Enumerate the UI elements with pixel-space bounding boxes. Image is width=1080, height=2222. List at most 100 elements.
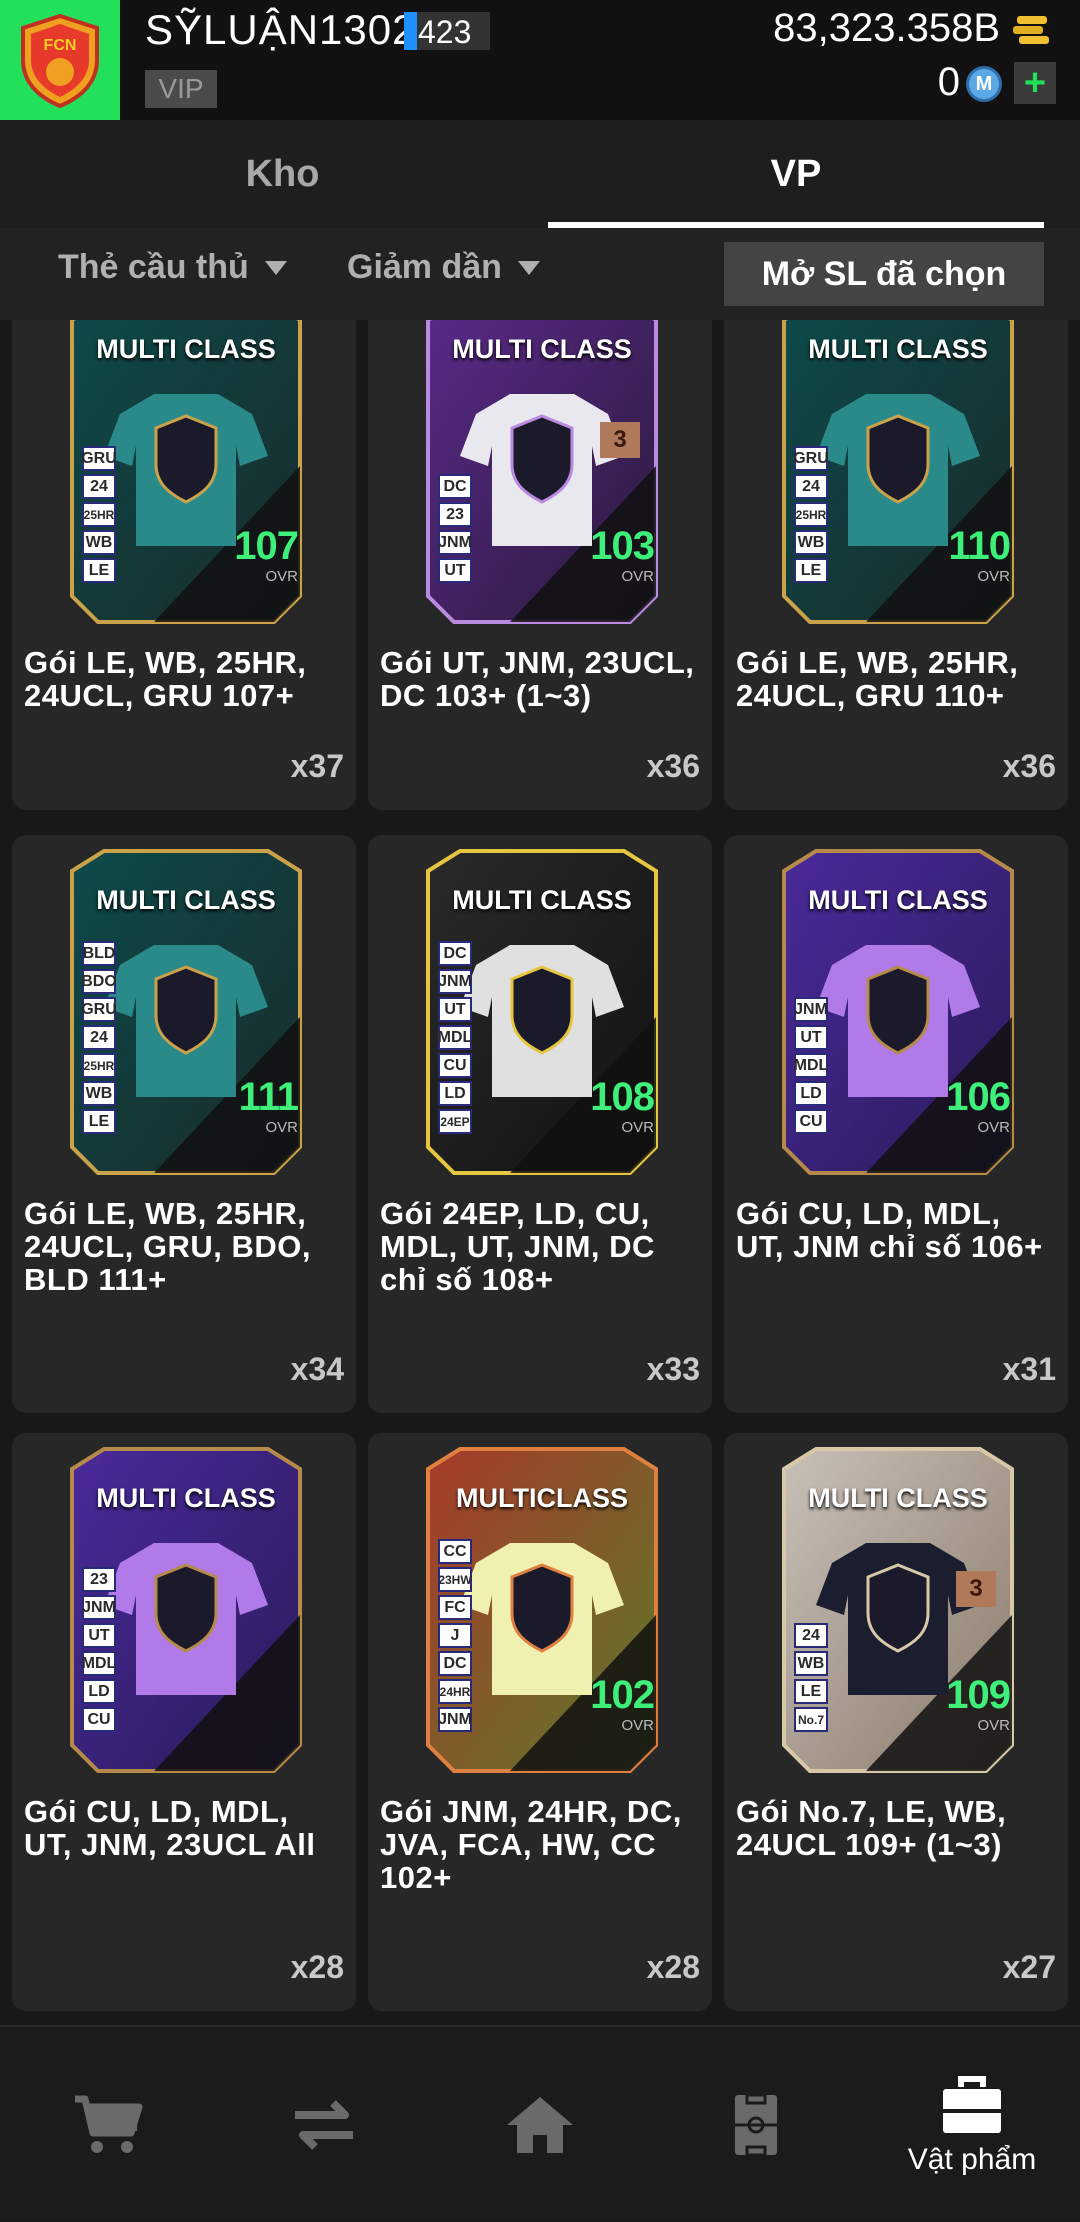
position-badge: 24 [82,474,116,499]
pack-tile[interactable]: MULTI CLASS DC JNM UT MDL CU LD 24EP 108 OVR Gói 2… [368,835,712,1413]
position-badge: FC [438,1595,472,1620]
card-class-label: MULTI CLASS [452,334,632,364]
tab-kho[interactable]: Kho [0,120,565,228]
nav-transfer[interactable] [216,2027,432,2222]
position-badge: CC [438,1539,472,1564]
nav-items[interactable]: Vật phẩm [864,2027,1080,2222]
pack-tile[interactable]: MULTICLASS CC 23HW FC J DC 24HR JNM 102 OVR Gói JN… [368,1433,712,2011]
pack-tile[interactable]: MULTI CLASS 23 JNM UT MDL LD CU Gói CU, LD, MDL… [12,1433,356,2011]
card-class-label: MULTI CLASS [96,1483,276,1513]
pack-name: Gói CU, LD, MDL, UT, JNM chỉ số 106+ [736,1196,1043,1264]
type-filter-dropdown[interactable]: Thẻ cầu thủ [58,248,287,287]
ovr-value: 111 [238,1075,299,1119]
pack-quantity: x36 [646,748,700,784]
pack-name: Gói UT, JNM, 23UCL, DC 103+ (1~3) [380,645,695,713]
position-badge: No.7 [794,1707,828,1732]
position-badge: WB [82,1081,116,1106]
bag-icon [943,2075,1001,2133]
position-badge: UT [82,1623,116,1648]
ovr-value: 110 [948,524,1011,568]
card-class-label: MULTI CLASS [452,885,632,915]
pack-tile[interactable]: MULTI CLASS JNM UT MDL LD CU 106 OVR Gói CU, LD,… [724,835,1068,1413]
position-badge: J [438,1623,472,1648]
add-currency-button[interactable]: + [1014,62,1056,104]
position-badge: LE [82,558,116,583]
position-badge: JNM [438,1707,472,1732]
open-selected-button[interactable]: Mở SL đã chọn [724,242,1044,306]
position-badge: LE [794,1679,828,1704]
ovr-value: 106 [946,1075,1011,1119]
position-badge: UT [438,997,472,1022]
pack-tile[interactable]: MULTI CLASS 3 DC 23 JNM UT 103 OVR Gói UT, JNM, … [368,320,712,810]
pack-name: Gói CU, LD, MDL, UT, JNM, 23UCL All [24,1794,316,1862]
nav-shop[interactable] [0,2027,216,2222]
card-class-label: MULTICLASS [456,1483,628,1513]
nav-items-label: Vật phẩm [907,2142,1037,2176]
rank-badge: 3 [956,1571,996,1607]
pack-quantity: x36 [1002,748,1056,784]
club-crest-icon: FCN [21,13,99,108]
pack-quantity: x37 [290,748,344,784]
position-badge: JNM [794,997,828,1022]
position-badge: 25HR [794,502,828,527]
position-badge: BLD [82,941,116,966]
mc-coin-icon: M [966,66,1002,102]
position-badge: LD [82,1679,116,1704]
position-badge: GRU [81,446,117,471]
sort-label: Giảm dần [347,248,502,286]
position-badge: 23 [82,1567,116,1592]
card-class-label: MULTI CLASS [808,334,988,364]
pack-name: Gói No.7, LE, WB, 24UCL 109+ (1~3) [736,1794,1007,1862]
svg-text:FCN: FCN [44,37,77,54]
position-badge: LD [438,1081,472,1106]
club-logo[interactable]: FCN [0,0,120,120]
pack-tile[interactable]: MULTI CLASS GRU 24 25HR WB LE 107 OVR Gói LE, WB… [12,320,356,810]
pack-name: Gói 24EP, LD, CU, MDL, UT, JNM, DC chỉ s… [380,1196,655,1297]
position-badge: CU [794,1109,828,1134]
coins-stack-icon [1013,16,1049,44]
pack-name: Gói LE, WB, 25HR, 24UCL, GRU, BDO, BLD 1… [24,1196,312,1297]
position-badge: DC [438,1651,472,1676]
mc-amount: 0 [937,60,960,104]
position-badge: BDO [81,969,117,994]
ovr-label: OVR [621,1717,654,1734]
position-badge: MDL [794,1053,828,1078]
pack-tile[interactable]: MULTI CLASS BLD BDO GRU 24 25HR WB LE 111 OVR Gói … [12,835,356,1413]
card-class-label: MULTI CLASS [96,334,276,364]
ovr-label: OVR [977,568,1010,585]
position-badge: CU [438,1053,472,1078]
position-badge: WB [794,1651,828,1676]
position-badge: JNM [438,530,472,555]
nav-squad[interactable] [648,2027,864,2222]
vip-badge[interactable]: VIP [145,70,217,108]
pack-tile[interactable]: MULTI CLASS 3 24 WB LE No.7 109 OVR Gói No.7, LE… [724,1433,1068,2011]
pack-quantity: x28 [646,1949,700,1985]
ovr-label: OVR [621,1119,654,1136]
pack-tile[interactable]: MULTI CLASS GRU 24 25HR WB LE 110 OVR Gói LE, WB… [724,320,1068,810]
pack-name: Gói LE, WB, 25HR, 24UCL, GRU 110+ [736,645,1019,713]
ovr-label: OVR [265,568,298,585]
ovr-label: OVR [977,1119,1010,1136]
transfer-icon [295,2099,353,2150]
ovr-value: 109 [946,1673,1011,1717]
ovr-value: 102 [590,1673,655,1717]
pack-quantity: x34 [290,1351,344,1387]
ovr-value: 103 [590,524,655,568]
cart-icon [75,2095,143,2153]
ovr-label: OVR [621,568,654,585]
tab-vp[interactable]: VP [548,120,1044,228]
filter-bar: Thẻ cầu thủ Giảm dần Mở SL đã chọn [0,228,1080,320]
position-badge: MDL [82,1651,116,1676]
nav-home[interactable] [432,2027,648,2222]
level-number: 423 [418,14,472,50]
position-badge: UT [794,1025,828,1050]
position-badge: JNM [438,969,472,994]
position-badge: LE [794,558,828,583]
position-badge: 25HR [82,1053,116,1078]
position-badge: DC [438,941,472,966]
type-filter-label: Thẻ cầu thủ [58,248,249,286]
rank-badge: 3 [600,422,640,458]
position-badge: GRU [793,446,829,471]
sort-dropdown[interactable]: Giảm dần [347,248,540,287]
ovr-label: OVR [265,1119,298,1136]
